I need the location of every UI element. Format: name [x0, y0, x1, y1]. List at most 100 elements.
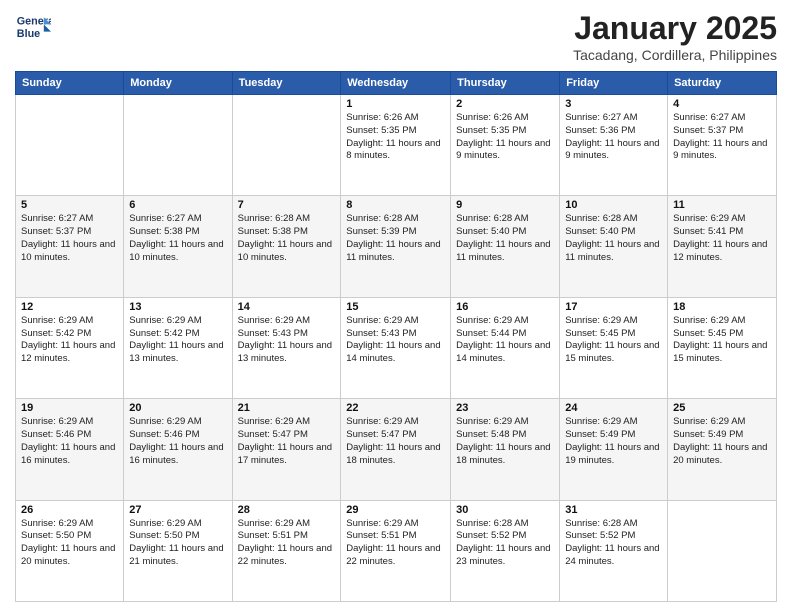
day-number: 29	[346, 504, 445, 516]
calendar-cell	[124, 95, 232, 196]
day-number: 18	[673, 301, 771, 313]
calendar-cell: 6 Sunrise: 6:27 AM Sunset: 5:38 PM Daylig…	[124, 196, 232, 297]
day-info: Sunrise: 6:29 AM Sunset: 5:50 PM Dayligh…	[129, 518, 226, 569]
day-info: Sunrise: 6:29 AM Sunset: 5:48 PM Dayligh…	[456, 416, 554, 467]
day-number: 3	[565, 98, 662, 110]
calendar-cell: 29 Sunrise: 6:29 AM Sunset: 5:51 PM Dayli…	[341, 500, 451, 601]
calendar-cell: 20 Sunrise: 6:29 AM Sunset: 5:46 PM Dayli…	[124, 399, 232, 500]
calendar-cell	[668, 500, 777, 601]
logo-icon: General Blue	[15, 10, 51, 46]
day-number: 2	[456, 98, 554, 110]
calendar-cell: 10 Sunrise: 6:28 AM Sunset: 5:40 PM Dayli…	[560, 196, 668, 297]
day-info: Sunrise: 6:28 AM Sunset: 5:52 PM Dayligh…	[565, 518, 662, 569]
day-number: 20	[129, 402, 226, 414]
calendar-cell: 5Sunrise: 6:27 AM Sunset: 5:37 PM Daylig…	[16, 196, 124, 297]
calendar-cell: 22Sunrise: 6:29 AM Sunset: 5:47 PM Dayli…	[341, 399, 451, 500]
calendar-week-row: 19Sunrise: 6:29 AM Sunset: 5:46 PM Dayli…	[16, 399, 777, 500]
day-info: Sunrise: 6:27 AM Sunset: 5:36 PM Dayligh…	[565, 112, 662, 163]
day-info: Sunrise: 6:29 AM Sunset: 5:46 PM Dayligh…	[129, 416, 226, 467]
calendar-cell: 24Sunrise: 6:29 AM Sunset: 5:49 PM Dayli…	[560, 399, 668, 500]
location: Tacadang, Cordillera, Philippines	[573, 47, 777, 63]
day-number: 6	[129, 199, 226, 211]
day-info: Sunrise: 6:28 AM Sunset: 5:40 PM Dayligh…	[456, 213, 554, 264]
day-info: Sunrise: 6:28 AM Sunset: 5:40 PM Dayligh…	[565, 213, 662, 264]
day-number: 21	[238, 402, 336, 414]
calendar-cell: 15Sunrise: 6:29 AM Sunset: 5:43 PM Dayli…	[341, 297, 451, 398]
calendar-cell	[16, 95, 124, 196]
day-number: 5	[21, 199, 118, 211]
calendar-cell: 7 Sunrise: 6:28 AM Sunset: 5:38 PM Daylig…	[232, 196, 341, 297]
page: General Blue January 2025 Tacadang, Cord…	[0, 0, 792, 612]
calendar-cell: 19Sunrise: 6:29 AM Sunset: 5:46 PM Dayli…	[16, 399, 124, 500]
day-number: 1	[346, 98, 445, 110]
day-number: 17	[565, 301, 662, 313]
calendar-week-row: 1 Sunrise: 6:26 AM Sunset: 5:35 PM Daylig…	[16, 95, 777, 196]
day-info: Sunrise: 6:29 AM Sunset: 5:45 PM Dayligh…	[565, 315, 662, 366]
day-number: 24	[565, 402, 662, 414]
calendar-cell: 18Sunrise: 6:29 AM Sunset: 5:45 PM Dayli…	[668, 297, 777, 398]
month-title: January 2025	[573, 10, 777, 47]
calendar-cell: 12 Sunrise: 6:29 AM Sunset: 5:42 PM Dayli…	[16, 297, 124, 398]
col-saturday: Saturday	[668, 72, 777, 95]
day-info: Sunrise: 6:29 AM Sunset: 5:51 PM Dayligh…	[346, 518, 445, 569]
calendar-cell: 28 Sunrise: 6:29 AM Sunset: 5:51 PM Dayli…	[232, 500, 341, 601]
day-info: Sunrise: 6:29 AM Sunset: 5:42 PM Dayligh…	[129, 315, 226, 366]
calendar-cell: 2 Sunrise: 6:26 AM Sunset: 5:35 PM Daylig…	[451, 95, 560, 196]
col-sunday: Sunday	[16, 72, 124, 95]
calendar-cell	[232, 95, 341, 196]
day-number: 31	[565, 504, 662, 516]
col-monday: Monday	[124, 72, 232, 95]
day-number: 23	[456, 402, 554, 414]
calendar-week-row: 12 Sunrise: 6:29 AM Sunset: 5:42 PM Dayli…	[16, 297, 777, 398]
calendar-week-row: 5Sunrise: 6:27 AM Sunset: 5:37 PM Daylig…	[16, 196, 777, 297]
day-number: 4	[673, 98, 771, 110]
calendar-cell: 3 Sunrise: 6:27 AM Sunset: 5:36 PM Daylig…	[560, 95, 668, 196]
day-info: Sunrise: 6:26 AM Sunset: 5:35 PM Dayligh…	[456, 112, 554, 163]
calendar-cell: 8Sunrise: 6:28 AM Sunset: 5:39 PM Daylig…	[341, 196, 451, 297]
day-number: 13	[129, 301, 226, 313]
day-number: 16	[456, 301, 554, 313]
calendar-cell: 1 Sunrise: 6:26 AM Sunset: 5:35 PM Daylig…	[341, 95, 451, 196]
col-thursday: Thursday	[451, 72, 560, 95]
calendar-cell: 16 Sunrise: 6:29 AM Sunset: 5:44 PM Dayli…	[451, 297, 560, 398]
col-wednesday: Wednesday	[341, 72, 451, 95]
day-info: Sunrise: 6:29 AM Sunset: 5:51 PM Dayligh…	[238, 518, 336, 569]
day-info: Sunrise: 6:29 AM Sunset: 5:47 PM Dayligh…	[238, 416, 336, 467]
day-info: Sunrise: 6:28 AM Sunset: 5:38 PM Dayligh…	[238, 213, 336, 264]
day-info: Sunrise: 6:28 AM Sunset: 5:52 PM Dayligh…	[456, 518, 554, 569]
day-number: 14	[238, 301, 336, 313]
calendar-cell: 14 Sunrise: 6:29 AM Sunset: 5:43 PM Dayli…	[232, 297, 341, 398]
calendar-cell: 17 Sunrise: 6:29 AM Sunset: 5:45 PM Dayli…	[560, 297, 668, 398]
day-info: Sunrise: 6:26 AM Sunset: 5:35 PM Dayligh…	[346, 112, 445, 163]
calendar-cell: 13 Sunrise: 6:29 AM Sunset: 5:42 PM Dayli…	[124, 297, 232, 398]
day-info: Sunrise: 6:27 AM Sunset: 5:38 PM Dayligh…	[129, 213, 226, 264]
title-section: January 2025 Tacadang, Cordillera, Phili…	[573, 10, 777, 63]
calendar-cell: 4 Sunrise: 6:27 AM Sunset: 5:37 PM Daylig…	[668, 95, 777, 196]
day-number: 11	[673, 199, 771, 211]
calendar-cell: 9Sunrise: 6:28 AM Sunset: 5:40 PM Daylig…	[451, 196, 560, 297]
day-info: Sunrise: 6:29 AM Sunset: 5:49 PM Dayligh…	[673, 416, 771, 467]
calendar-header-row: Sunday Monday Tuesday Wednesday Thursday…	[16, 72, 777, 95]
calendar-cell: 27 Sunrise: 6:29 AM Sunset: 5:50 PM Dayli…	[124, 500, 232, 601]
day-info: Sunrise: 6:29 AM Sunset: 5:42 PM Dayligh…	[21, 315, 118, 366]
day-number: 10	[565, 199, 662, 211]
day-info: Sunrise: 6:29 AM Sunset: 5:43 PM Dayligh…	[238, 315, 336, 366]
calendar-cell: 26Sunrise: 6:29 AM Sunset: 5:50 PM Dayli…	[16, 500, 124, 601]
col-tuesday: Tuesday	[232, 72, 341, 95]
day-info: Sunrise: 6:29 AM Sunset: 5:46 PM Dayligh…	[21, 416, 118, 467]
col-friday: Friday	[560, 72, 668, 95]
day-info: Sunrise: 6:29 AM Sunset: 5:41 PM Dayligh…	[673, 213, 771, 264]
day-number: 28	[238, 504, 336, 516]
calendar-week-row: 26 Sunrise: 6:29 AM Sunset: 5:50 PM Dayli…	[16, 500, 777, 601]
day-number: 12	[21, 301, 118, 313]
day-number: 27	[129, 504, 226, 516]
calendar-cell: 11 Sunrise: 6:29 AM Sunset: 5:41 PM Dayli…	[668, 196, 777, 297]
calendar-cell: 23 Sunrise: 6:29 AM Sunset: 5:48 PM Dayli…	[451, 399, 560, 500]
day-info: Sunrise: 6:29 AM Sunset: 5:43 PM Dayligh…	[346, 315, 445, 366]
day-number: 7	[238, 199, 336, 211]
day-number: 26	[21, 504, 118, 516]
svg-text:Blue: Blue	[17, 28, 40, 40]
day-info: Sunrise: 6:27 AM Sunset: 5:37 PM Dayligh…	[673, 112, 771, 163]
calendar-cell: 25Sunrise: 6:29 AM Sunset: 5:49 PM Dayli…	[668, 399, 777, 500]
day-info: Sunrise: 6:29 AM Sunset: 5:44 PM Dayligh…	[456, 315, 554, 366]
